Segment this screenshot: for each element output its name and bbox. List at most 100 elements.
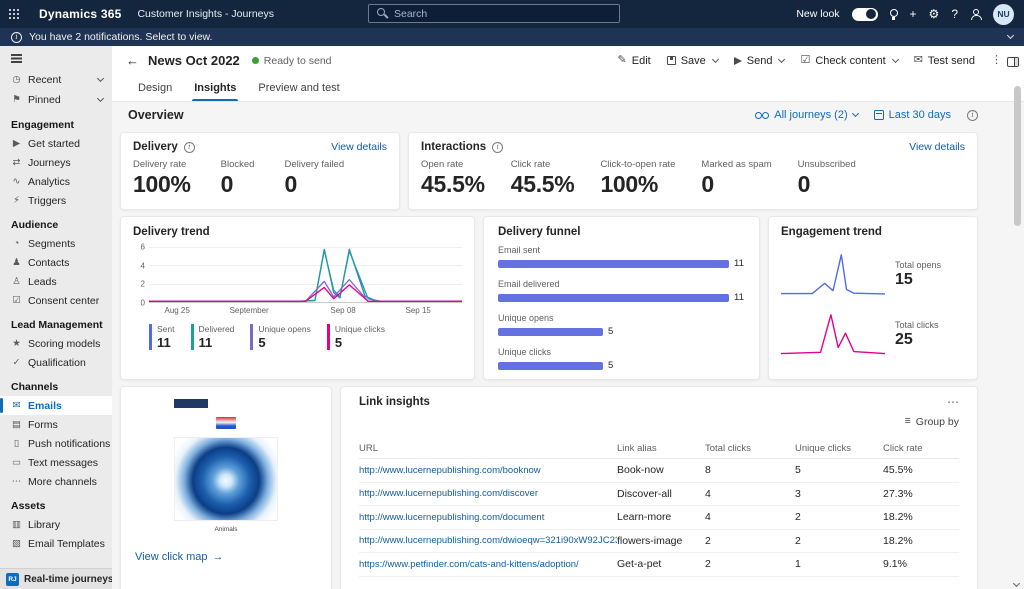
- back-icon[interactable]: [126, 54, 139, 67]
- email-main-image: [174, 437, 278, 521]
- scrollbar-thumb[interactable]: [1014, 86, 1021, 226]
- email-preview-thumbnail[interactable]: Animals: [170, 399, 282, 533]
- view-click-map-link[interactable]: View click map: [135, 551, 224, 563]
- chevron-down-icon: [712, 55, 719, 62]
- sidebar-item-library[interactable]: ▥Library: [0, 515, 112, 534]
- tab-design[interactable]: Design: [128, 75, 182, 101]
- view-details-link[interactable]: View details: [909, 141, 965, 153]
- email-logo: [174, 399, 208, 408]
- metric-label: Click rate: [511, 159, 575, 170]
- more-vertical-icon: [991, 55, 1002, 66]
- view-details-link[interactable]: View details: [331, 141, 387, 153]
- metric-label: Delivery failed: [284, 159, 344, 170]
- trend-legend: Sent11Delivered11Unique opens5Unique cli…: [149, 324, 462, 350]
- link-url[interactable]: http://www.lucernepublishing.com/discove…: [359, 488, 617, 499]
- funnel-bar[interactable]: [498, 294, 729, 302]
- sidebar-item-consent-center[interactable]: ☑Consent center: [0, 291, 112, 310]
- journeys-filter[interactable]: All journeys (2): [755, 109, 857, 121]
- sidebar-item-get-started[interactable]: ▶Get started: [0, 134, 112, 153]
- sidebar-item-triggers[interactable]: ⚡Triggers: [0, 191, 112, 210]
- info-icon[interactable]: [492, 142, 503, 153]
- info-icon[interactable]: [184, 142, 195, 153]
- vertical-scrollbar[interactable]: [1014, 76, 1021, 575]
- link-url[interactable]: http://www.lucernepublishing.com/documen…: [359, 512, 617, 523]
- funnel-bar[interactable]: [498, 260, 729, 268]
- top-bar-left: Dynamics 365 Customer Insights - Journey…: [0, 7, 274, 21]
- legend-delivered: Delivered11: [191, 324, 235, 350]
- sidebar-item-label: More channels: [28, 476, 97, 488]
- lightbulb-icon[interactable]: [890, 9, 898, 17]
- templates-icon: ▧: [11, 539, 22, 549]
- link-url[interactable]: http://www.lucernepublishing.com/booknow: [359, 465, 617, 476]
- legend-value: 11: [157, 335, 175, 350]
- sidebar-item-push-notifications[interactable]: ▯Push notifications: [0, 434, 112, 453]
- group-by-button[interactable]: Group by: [905, 416, 959, 428]
- search-box[interactable]: Search: [368, 4, 620, 23]
- sidebar-pinned[interactable]: ⚑Pinned: [0, 90, 112, 110]
- sidebar-item-segments[interactable]: ◔Segments: [0, 234, 112, 253]
- x-tick-label: Aug 25: [164, 306, 189, 315]
- command-actions: Edit Save Send Check content: [610, 49, 1010, 73]
- gear-icon[interactable]: [929, 8, 940, 20]
- engagement-value: 25: [895, 331, 939, 349]
- sidebar-item-more-channels[interactable]: ⋯More channels: [0, 472, 112, 491]
- sidebar-item-contacts[interactable]: ♟Contacts: [0, 253, 112, 272]
- pinned-label: Pinned: [28, 94, 61, 106]
- send-button[interactable]: Send: [726, 49, 793, 73]
- info-icon: [11, 32, 22, 43]
- side-pane-button[interactable]: [1007, 54, 1019, 72]
- date-range-filter[interactable]: Last 30 days: [874, 109, 951, 121]
- search-placeholder: Search: [394, 8, 427, 20]
- save-button[interactable]: Save: [659, 49, 726, 73]
- cell-link-alias: Get-a-pet: [617, 558, 705, 570]
- x-tick-label: Sep 15: [405, 306, 430, 315]
- area-title[interactable]: Customer Insights - Journeys: [137, 8, 274, 20]
- tab-preview-and-test[interactable]: Preview and test: [248, 75, 349, 101]
- legend-unique-opens: Unique opens5: [250, 324, 310, 350]
- info-icon[interactable]: [967, 110, 978, 121]
- notification-text: You have 2 notifications. Select to view…: [29, 31, 212, 43]
- link-url[interactable]: https://www.petfinder.com/cats-and-kitte…: [359, 559, 617, 570]
- sidebar-item-leads[interactable]: ♙Leads: [0, 272, 112, 291]
- cell-link-alias: Book-now: [617, 464, 705, 476]
- person-icon[interactable]: [970, 9, 981, 20]
- card-title: Interactions: [421, 141, 486, 153]
- more-commands-button[interactable]: [983, 49, 1010, 73]
- app-launcher-button[interactable]: [9, 9, 35, 19]
- details-row: Animals View click map Link insights: [120, 386, 978, 589]
- user-avatar[interactable]: NU: [993, 4, 1014, 25]
- sidebar-item-journeys[interactable]: ⇄Journeys: [0, 153, 112, 172]
- link-url[interactable]: http://www.lucernepublishing.com/dwioeqw…: [359, 535, 617, 546]
- sidebar-recent[interactable]: ◷Recent: [0, 70, 112, 90]
- sidebar-item-emails[interactable]: ✉Emails: [0, 396, 112, 415]
- funnel-bar[interactable]: [498, 328, 603, 336]
- engagement-label: Total opens: [895, 260, 941, 270]
- new-look-toggle[interactable]: [852, 8, 878, 21]
- sidebar-item-forms[interactable]: ▤Forms: [0, 415, 112, 434]
- chevron-down-icon[interactable]: [1007, 32, 1014, 39]
- funnel-item-label: Unique opens: [498, 313, 745, 323]
- area-switcher[interactable]: RJ Real-time journeys: [0, 568, 112, 589]
- sidebar-item-analytics[interactable]: ∿Analytics: [0, 172, 112, 191]
- sidebar-item-qualification[interactable]: ✓Qualification: [0, 353, 112, 372]
- funnel-bar[interactable]: [498, 362, 603, 370]
- arrow-right-icon: [213, 552, 224, 563]
- sidebar-item-email-templates[interactable]: ▧Email Templates: [0, 534, 112, 553]
- delivery-funnel-card: Delivery funnel Email sent11Email delive…: [483, 216, 760, 380]
- help-icon[interactable]: [951, 8, 958, 20]
- test-send-button[interactable]: Test send: [906, 49, 983, 73]
- check-content-button[interactable]: Check content: [792, 49, 905, 73]
- menu-button[interactable]: [0, 48, 112, 70]
- legend-label: Sent: [157, 324, 175, 334]
- edit-button[interactable]: Edit: [610, 49, 659, 73]
- sidebar-item-scoring-models[interactable]: ★Scoring models: [0, 334, 112, 353]
- notification-bar[interactable]: You have 2 notifications. Select to view…: [0, 28, 1024, 46]
- more-horizontal-icon[interactable]: [947, 396, 959, 408]
- sidebar-item-text-messages[interactable]: ▭Text messages: [0, 453, 112, 472]
- metric-label: Blocked: [221, 159, 255, 170]
- sidebar-item-label: Qualification: [28, 357, 86, 369]
- funnel-bar-row: 5: [498, 360, 745, 371]
- app-title[interactable]: Dynamics 365: [39, 7, 121, 21]
- plus-icon[interactable]: [910, 8, 917, 20]
- tab-insights[interactable]: Insights: [184, 75, 246, 101]
